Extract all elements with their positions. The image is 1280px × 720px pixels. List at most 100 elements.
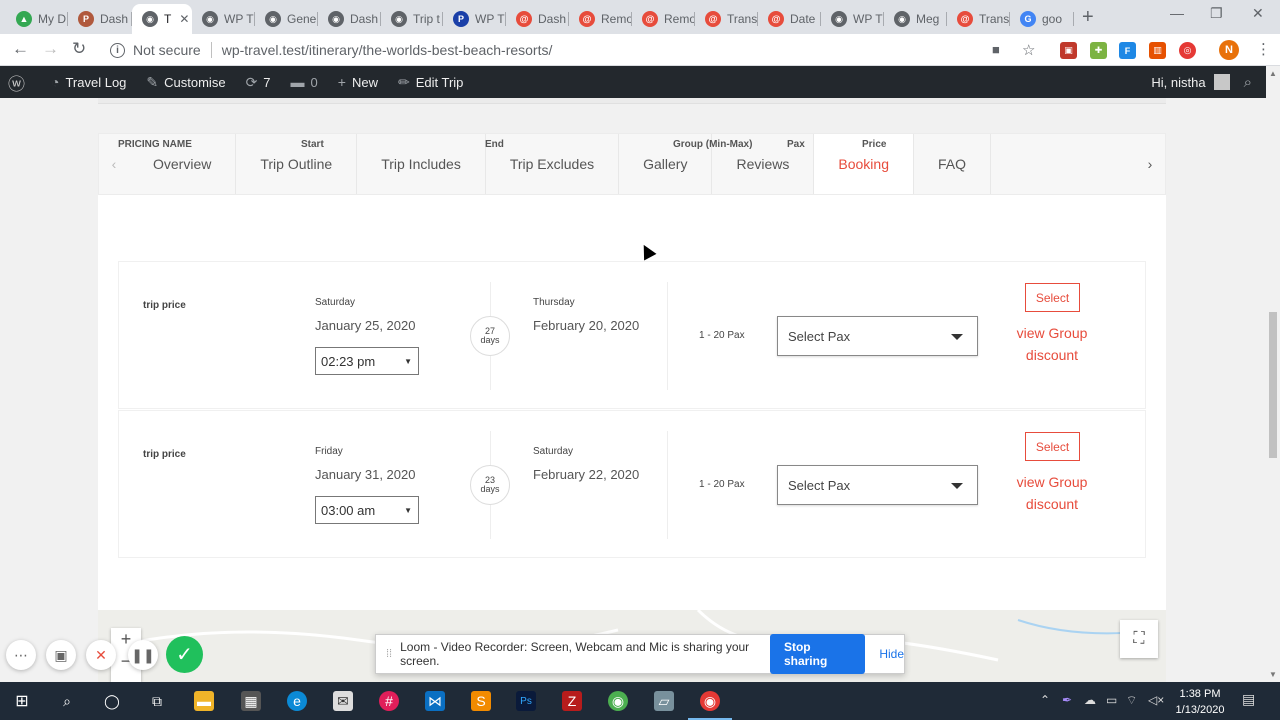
info-icon[interactable]: i bbox=[110, 42, 125, 58]
scroll-down-icon[interactable]: ▼ bbox=[1269, 670, 1277, 679]
loom-done-icon[interactable]: ✓ bbox=[166, 636, 203, 673]
chrome-icon[interactable]: ◉ bbox=[608, 691, 628, 711]
tray-chevron-icon[interactable]: ⌃ bbox=[1040, 693, 1050, 707]
trip-tab-trip-excludes[interactable]: Trip Excludes bbox=[486, 134, 620, 194]
new-link[interactable]: + New bbox=[338, 74, 378, 90]
comments-link[interactable]: ▬ 0 bbox=[291, 74, 318, 90]
browser-tab[interactable]: @ Trans bbox=[947, 4, 1010, 34]
site-name-link[interactable]: ◔ Travel Log bbox=[51, 74, 126, 90]
updates-link[interactable]: ⟳ 7 bbox=[246, 74, 271, 91]
header-price: Price bbox=[862, 139, 887, 150]
search-icon[interactable]: ⌕ bbox=[1244, 74, 1252, 91]
windows-start-icon[interactable]: ⊞ bbox=[12, 691, 32, 711]
pax-select[interactable]: Select Pax bbox=[777, 465, 978, 505]
forward-icon[interactable]: → bbox=[42, 39, 59, 59]
store-icon[interactable]: ▦ bbox=[241, 691, 261, 711]
chrome-active-icon[interactable]: ◉ bbox=[700, 691, 720, 711]
onedrive-icon[interactable]: ☁ bbox=[1084, 693, 1096, 707]
restore-icon[interactable]: ❐ bbox=[1210, 5, 1223, 22]
camera-icon[interactable]: ■ bbox=[992, 42, 1000, 57]
url-text[interactable]: wp-travel.test/itinerary/the-worlds-best… bbox=[222, 42, 553, 58]
time-select[interactable]: 02:23 pm ▼ bbox=[315, 347, 419, 375]
loom-pause-icon[interactable]: ❚❚ bbox=[128, 640, 158, 670]
trip-tab-trip-includes[interactable]: Trip Includes bbox=[357, 134, 486, 194]
loom-camera-icon[interactable]: ▣ bbox=[46, 640, 76, 670]
browser-tab[interactable]: @ Remo bbox=[632, 4, 695, 34]
reload-icon[interactable]: ↻ bbox=[72, 39, 86, 59]
view-group-discount-link[interactable]: view Group discount bbox=[1012, 322, 1092, 366]
browser-tab[interactable]: ◉ T ✕ bbox=[132, 4, 192, 34]
stop-sharing-button[interactable]: Stop sharing bbox=[769, 634, 866, 674]
profile-avatar[interactable]: N bbox=[1219, 40, 1239, 60]
address-bar[interactable]: i Not secure wp-travel.test/itinerary/th… bbox=[100, 37, 1060, 63]
loom-cancel-icon[interactable]: ✕ bbox=[86, 640, 116, 670]
browser-tab[interactable]: Ggoo bbox=[1010, 4, 1074, 34]
view-group-discount-link[interactable]: view Group discount bbox=[1012, 471, 1092, 515]
trip-tab-faq[interactable]: FAQ bbox=[914, 134, 991, 194]
browser-tab[interactable]: ◉ WP T bbox=[192, 4, 255, 34]
file-explorer-icon[interactable]: ▬ bbox=[194, 691, 214, 711]
minimize-icon[interactable]: — bbox=[1170, 5, 1184, 21]
close-tab-icon[interactable]: ✕ bbox=[179, 12, 189, 26]
new-tab-icon[interactable]: + bbox=[1082, 6, 1094, 29]
select-button[interactable]: Select bbox=[1025, 283, 1080, 312]
scroll-up-icon[interactable]: ▲ bbox=[1269, 69, 1277, 78]
extension-icon[interactable]: ✚ bbox=[1090, 42, 1107, 59]
sublime-icon[interactable]: S bbox=[471, 691, 491, 711]
select-button[interactable]: Select bbox=[1025, 432, 1080, 461]
scrollbar-thumb[interactable] bbox=[1269, 312, 1277, 458]
browser-tab[interactable]: @ Trans bbox=[695, 4, 758, 34]
cortana-icon[interactable]: ◯ bbox=[102, 691, 122, 711]
fullscreen-icon[interactable]: ⛶ bbox=[1120, 620, 1158, 658]
taskbar-clock[interactable]: 1:38 PM 1/13/2020 bbox=[1170, 686, 1230, 718]
notifications-icon[interactable]: ▤ bbox=[1242, 691, 1255, 708]
tabs-next-icon[interactable]: › bbox=[1135, 134, 1165, 194]
browser-tab[interactable]: ◉ Trip t bbox=[381, 4, 443, 34]
extension-icon[interactable]: F bbox=[1119, 42, 1136, 59]
close-window-icon[interactable]: ✕ bbox=[1252, 5, 1264, 22]
drag-handle-icon[interactable]: ⁞⁞ bbox=[386, 648, 392, 660]
time-select[interactable]: 03:00 am ▼ bbox=[315, 496, 419, 524]
notepad-icon[interactable]: ▱ bbox=[654, 691, 674, 711]
browser-tab[interactable]: @ Remo bbox=[569, 4, 632, 34]
extension-icon[interactable]: ▥ bbox=[1149, 42, 1166, 59]
mail-icon[interactable]: ✉ bbox=[333, 691, 353, 711]
vscode-icon[interactable]: ⋈ bbox=[425, 691, 445, 711]
filezilla-icon[interactable]: Z bbox=[562, 691, 582, 711]
customise-link[interactable]: ✎ Customise bbox=[146, 74, 225, 91]
page-scrollbar[interactable]: ▲ ▼ bbox=[1266, 66, 1280, 682]
photoshop-icon[interactable]: Ps bbox=[516, 691, 536, 711]
browser-tab[interactable]: ◉ Gene bbox=[255, 4, 318, 34]
search-icon[interactable]: ⌕ bbox=[57, 691, 77, 711]
extension-icon[interactable]: ▣ bbox=[1060, 42, 1077, 59]
loom-more-icon[interactable]: ⋯ bbox=[6, 640, 36, 670]
wifi-icon[interactable]: ⌔ bbox=[1126, 693, 1137, 708]
hide-button[interactable]: Hide bbox=[879, 647, 904, 661]
browser-tab[interactable]: ◉ WP T bbox=[821, 4, 884, 34]
user-avatar[interactable] bbox=[1213, 74, 1230, 90]
volume-icon[interactable]: ◁× bbox=[1148, 693, 1164, 707]
back-icon[interactable]: ← bbox=[12, 39, 29, 59]
network-icon[interactable]: ▭ bbox=[1106, 693, 1117, 707]
browser-tab[interactable]: P Dash bbox=[68, 4, 132, 34]
task-view-icon[interactable]: ⧉ bbox=[147, 691, 167, 711]
bookmark-star-icon[interactable]: ☆ bbox=[1022, 41, 1035, 59]
browser-tab[interactable]: ◉ Meg bbox=[884, 4, 947, 34]
browser-tab[interactable]: ◉ Dash bbox=[318, 4, 381, 34]
pen-icon[interactable]: ✒ bbox=[1062, 693, 1072, 707]
menu-icon[interactable]: ⋮ bbox=[1256, 40, 1271, 58]
slack-icon[interactable]: # bbox=[379, 691, 399, 711]
browser-tab[interactable]: ▲ My D bbox=[6, 4, 68, 34]
edit-trip-link[interactable]: ✏ Edit Trip bbox=[398, 74, 463, 91]
browser-tab[interactable]: @ Date bbox=[758, 4, 821, 34]
caret-down-icon: ▼ bbox=[404, 356, 412, 366]
not-secure-label: Not secure bbox=[133, 42, 201, 58]
extension-icon[interactable]: ◎ bbox=[1179, 42, 1196, 59]
wordpress-logo-icon[interactable]: ⓦ bbox=[8, 70, 31, 95]
user-greeting[interactable]: Hi, nistha bbox=[1151, 75, 1205, 90]
browser-tab[interactable]: P WP T bbox=[443, 4, 506, 34]
pax-select[interactable]: Select Pax bbox=[777, 316, 978, 356]
browser-tab[interactable]: @ Dash bbox=[506, 4, 569, 34]
edge-icon[interactable]: e bbox=[287, 691, 307, 711]
trip-tab-trip-outline[interactable]: Trip Outline bbox=[236, 134, 358, 194]
